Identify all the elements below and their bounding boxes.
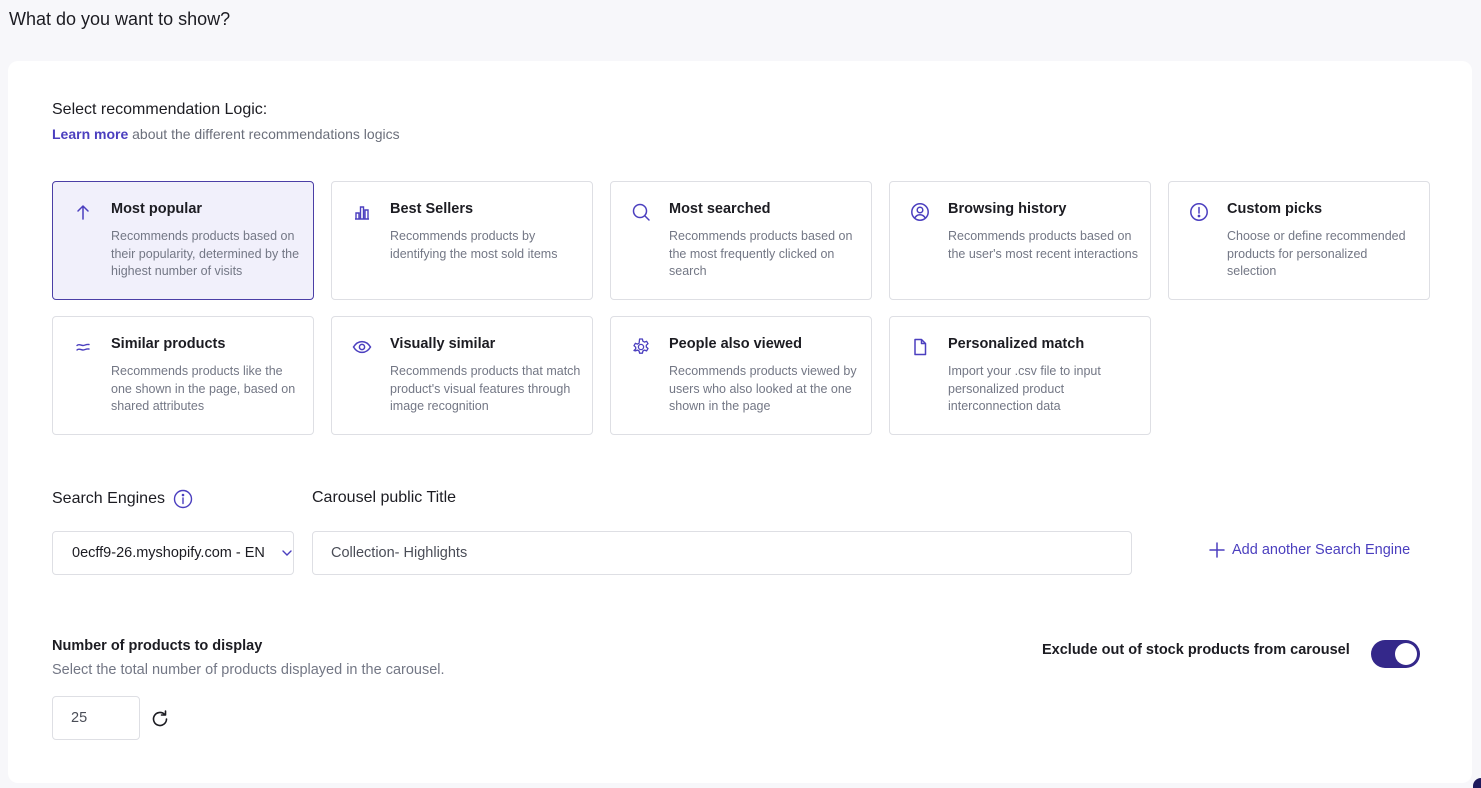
settings-panel: Select recommendation Logic: Learn more … (8, 61, 1472, 783)
logic-section-title: Select recommendation Logic: (52, 101, 268, 118)
learn-more-suffix: about the different recommendations logi… (128, 126, 400, 142)
refresh-icon[interactable] (149, 708, 171, 730)
card-title: Browsing history (948, 201, 1067, 217)
card-desc: Recommends products viewed by users who … (669, 364, 857, 413)
exclamation-circle-icon (1189, 202, 1209, 222)
page-title: What do you want to show? (9, 9, 231, 29)
card-title: Personalized match (948, 336, 1085, 352)
corner-accent (1473, 778, 1481, 788)
card-title: Visually similar (390, 336, 496, 352)
exclude-oos-toggle[interactable] (1371, 640, 1420, 668)
eye-icon (352, 337, 372, 357)
toggle-knob (1395, 643, 1417, 665)
search-icon (631, 202, 651, 222)
arrow-up-icon (73, 202, 93, 222)
card-desc: Recommends products based on the most fr… (669, 229, 853, 278)
learn-more-link[interactable]: Learn more (52, 126, 128, 142)
card-desc: Recommends products based on the user's … (948, 229, 1138, 261)
bar-chart-icon (352, 202, 372, 222)
exclude-oos-label: Exclude out of stock products from carou… (1042, 642, 1350, 658)
logic-card-most-searched[interactable]: Most searched Recommends products based … (610, 181, 872, 300)
card-desc: Recommends products that match product's… (390, 364, 581, 413)
approx-icon (73, 337, 93, 357)
info-icon[interactable] (173, 489, 193, 509)
card-title: Custom picks (1227, 201, 1323, 217)
logic-card-best-sellers[interactable]: Best Sellers Recommends products by iden… (331, 181, 593, 300)
user-circle-icon (910, 202, 930, 222)
logic-card-similar-products[interactable]: Similar products Recommends products lik… (52, 316, 314, 435)
gear-icon (631, 337, 651, 357)
plus-icon (1209, 542, 1225, 558)
carousel-title-label: Carousel public Title (312, 489, 457, 506)
logic-card-people-also-viewed[interactable]: People also viewed Recommends products v… (610, 316, 872, 435)
add-search-engine-button[interactable]: Add another Search Engine (1208, 541, 1410, 559)
search-engine-selected-value: 0ecff9-26.myshopify.com - EN (72, 545, 265, 561)
card-title: Best Sellers (390, 201, 474, 217)
chevron-down-icon (281, 547, 293, 559)
learn-more-line: Learn more about the different recommend… (52, 126, 400, 142)
card-title: Most popular (111, 201, 203, 217)
logic-card-most-popular[interactable]: Most popular Recommends products based o… (52, 181, 314, 300)
file-icon (910, 337, 930, 357)
card-desc: Choose or define recommended products fo… (1227, 229, 1406, 278)
card-desc: Import your .csv file to input personali… (948, 364, 1101, 413)
num-products-title: Number of products to display (52, 638, 263, 654)
card-title: Most searched (669, 201, 771, 217)
card-desc: Recommends products based on their popul… (111, 229, 300, 278)
logic-card-visually-similar[interactable]: Visually similar Recommends products tha… (331, 316, 593, 435)
card-desc: Recommends products like the one shown i… (111, 364, 296, 413)
num-products-desc: Select the total number of products disp… (52, 662, 445, 678)
add-search-engine-label: Add another Search Engine (1232, 542, 1411, 558)
num-products-input[interactable] (52, 696, 140, 740)
search-engine-select[interactable]: 0ecff9-26.myshopify.com - EN (52, 531, 294, 575)
search-engines-label-text: Search Engines (52, 490, 165, 507)
card-title: Similar products (111, 336, 226, 352)
logic-card-personalized-match[interactable]: Personalized match Import your .csv file… (889, 316, 1151, 435)
card-title: People also viewed (669, 336, 802, 352)
search-engines-label: Search Engines (52, 489, 193, 509)
logic-card-browsing-history[interactable]: Browsing history Recommends products bas… (889, 181, 1151, 300)
card-desc: Recommends products by identifying the m… (390, 229, 558, 261)
logic-card-custom-picks[interactable]: Custom picks Choose or define recommende… (1168, 181, 1430, 300)
carousel-title-input[interactable] (312, 531, 1132, 575)
